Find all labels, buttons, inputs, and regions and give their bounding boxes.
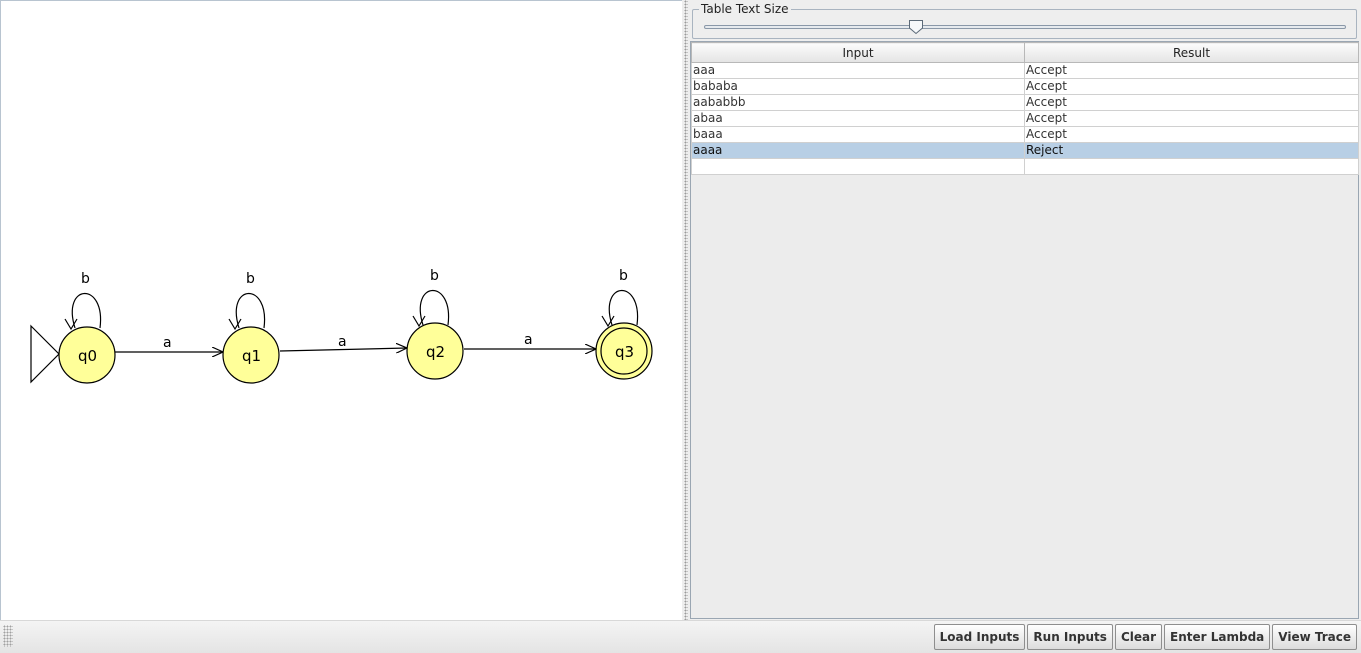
- result-cell: Accept: [1024, 62, 1359, 79]
- run-inputs-button[interactable]: Run Inputs: [1027, 624, 1113, 650]
- state-q3[interactable]: q3: [595, 322, 653, 380]
- state-q1-label: q1: [242, 347, 261, 365]
- state-q2-label: q2: [426, 343, 445, 361]
- text-size-slider-thumb[interactable]: [908, 19, 924, 35]
- input-cell[interactable]: [691, 158, 1025, 175]
- table-row[interactable]: abaa Accept: [691, 110, 1359, 127]
- inputs-table-container: Input Result aaa Accept bababa Accept aa…: [690, 41, 1359, 619]
- table-row-empty[interactable]: [691, 158, 1359, 175]
- inputs-panel: Table Text Size Input Result aaa Accept …: [690, 0, 1361, 620]
- result-cell: Reject: [1024, 142, 1359, 159]
- column-header-result[interactable]: Result: [1024, 42, 1359, 63]
- table-text-size-title: Table Text Size: [699, 2, 791, 16]
- split-pane-divider[interactable]: [682, 0, 690, 620]
- table-text-size-group: Table Text Size: [692, 2, 1357, 39]
- state-q0[interactable]: q0: [58, 326, 116, 384]
- clear-button[interactable]: Clear: [1114, 624, 1163, 650]
- self-loop-q1-label: b: [246, 271, 255, 287]
- self-loop-q0: [71, 292, 102, 329]
- table-row[interactable]: bababa Accept: [691, 78, 1359, 95]
- table-row[interactable]: baaa Accept: [691, 126, 1359, 143]
- self-loop-q1: [235, 292, 266, 329]
- input-cell[interactable]: aababbb: [691, 94, 1025, 111]
- input-cell[interactable]: abaa: [691, 110, 1025, 127]
- state-q0-label: q0: [78, 347, 97, 365]
- input-cell[interactable]: baaa: [691, 126, 1025, 143]
- multiple-run-window: b b b b a a a q0 q1 q2 q3 Table Text Siz…: [0, 0, 1361, 653]
- result-cell: Accept: [1024, 110, 1359, 127]
- result-cell: Accept: [1024, 78, 1359, 95]
- toolbar-grip[interactable]: [3, 625, 13, 647]
- table-row[interactable]: aababbb Accept: [691, 94, 1359, 111]
- self-loop-q2: [419, 289, 450, 326]
- load-inputs-button[interactable]: Load Inputs: [933, 624, 1026, 650]
- self-loop-q3: [608, 289, 639, 326]
- table-header-row: Input Result: [691, 42, 1359, 63]
- result-cell: Accept: [1024, 94, 1359, 111]
- transition-q0-q1-label: a: [163, 335, 172, 351]
- automaton-canvas[interactable]: b b b b a a a q0 q1 q2 q3: [0, 0, 682, 620]
- self-loop-q0-label: b: [81, 271, 90, 287]
- input-cell[interactable]: aaa: [691, 62, 1025, 79]
- self-loop-q3-label: b: [619, 268, 628, 284]
- state-q2[interactable]: q2: [406, 322, 464, 380]
- transition-q2-q3-label: a: [524, 332, 533, 348]
- transition-q1-q2-label: a: [338, 334, 347, 350]
- result-cell: [1024, 158, 1359, 175]
- button-bar: Load Inputs Run Inputs Clear Enter Lambd…: [0, 620, 1361, 653]
- table-row[interactable]: aaa Accept: [691, 62, 1359, 79]
- inputs-table: Input Result aaa Accept bababa Accept aa…: [691, 42, 1359, 175]
- input-cell[interactable]: aaaa: [691, 142, 1025, 159]
- state-q1[interactable]: q1: [222, 326, 280, 384]
- self-loop-q2-label: b: [430, 268, 439, 284]
- view-trace-button[interactable]: View Trace: [1272, 624, 1357, 650]
- automaton-diagram: b b b b a a a q0 q1 q2 q3: [30, 268, 653, 384]
- column-header-input[interactable]: Input: [691, 42, 1025, 63]
- button-group: Load Inputs Run Inputs Clear Enter Lambd…: [933, 624, 1357, 650]
- initial-state-marker: [30, 324, 60, 384]
- text-size-slider-track[interactable]: [704, 25, 1346, 29]
- input-cell[interactable]: bababa: [691, 78, 1025, 95]
- divider-grip[interactable]: [684, 0, 688, 620]
- table-row-selected[interactable]: aaaa Reject: [691, 142, 1359, 159]
- state-q3-label: q3: [615, 343, 634, 361]
- result-cell: Accept: [1024, 126, 1359, 143]
- enter-lambda-button[interactable]: Enter Lambda: [1164, 624, 1271, 650]
